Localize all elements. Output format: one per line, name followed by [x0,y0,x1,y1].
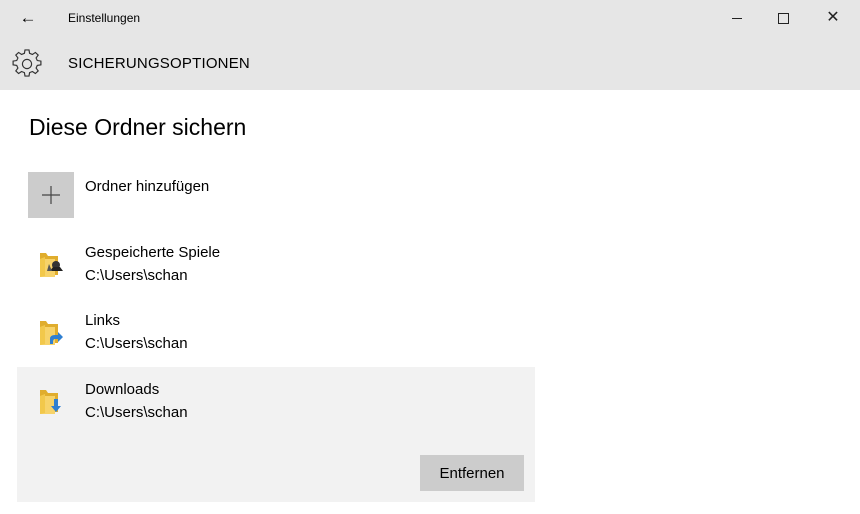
folder-name: Gespeicherte Spiele [85,244,221,261]
folder-path: C:\Users\schan [85,267,188,284]
minimize-icon [732,17,742,19]
close-button[interactable]: ✕ [810,0,856,36]
back-arrow-icon[interactable]: ← [14,6,42,30]
minimize-button[interactable] [714,0,760,36]
folder-name: Links [85,312,121,329]
add-folder-button[interactable]: Ordner hinzufügen [28,172,428,220]
settings-window: ← Einstellungen ✕ SICHERUNGSOPTIONEN Die… [0,0,860,514]
plus-icon [42,186,60,204]
add-folder-label: Ordner hinzufügen [85,178,210,195]
saved-games-folder-icon [40,253,63,277]
maximize-button[interactable] [760,0,806,36]
folder-path: C:\Users\schan [85,335,188,352]
folder-name: Downloads [85,381,160,398]
maximize-icon [777,12,789,24]
links-folder-icon [40,321,63,345]
folder-path: C:\Users\schan [85,404,188,421]
window-title: Einstellungen [68,11,141,25]
section-header: SICHERUNGSOPTIONEN [0,36,860,90]
downloads-folder-icon [40,390,61,414]
close-icon: ✕ [826,9,840,26]
folder-item-saved-games[interactable]: Gespeicherte Spiele C:\Users\schan [17,236,535,298]
folder-item-links[interactable]: Links C:\Users\schan [17,304,535,366]
gear-icon [12,49,42,77]
page-title: Diese Ordner sichern [29,114,247,140]
title-bar: ← Einstellungen ✕ [0,0,860,36]
add-folder-tile[interactable] [28,172,74,218]
remove-button[interactable]: Entfernen [420,455,524,491]
section-title: SICHERUNGSOPTIONEN [68,55,250,72]
